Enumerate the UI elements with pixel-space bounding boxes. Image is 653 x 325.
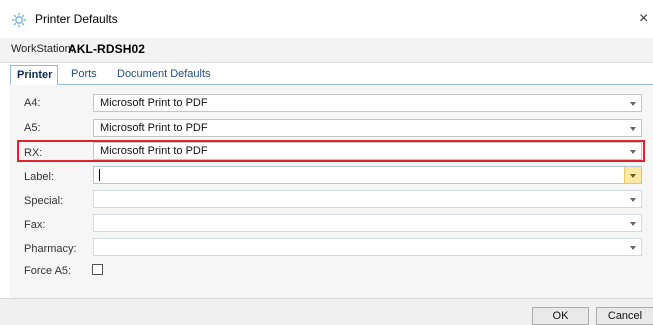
tab-document-defaults[interactable]: Document Defaults — [111, 65, 217, 83]
chevron-down-icon[interactable] — [625, 191, 641, 207]
fax-label: Fax: — [24, 219, 46, 231]
chevron-down-icon[interactable] — [625, 239, 641, 255]
force-a5-label: Force A5: — [24, 265, 72, 277]
chevron-down-icon[interactable] — [625, 215, 641, 231]
a4-label: A4: — [24, 97, 41, 109]
cancel-button[interactable]: Cancel — [596, 307, 653, 325]
a4-printer-value: Microsoft Print to PDF — [100, 97, 208, 109]
special-printer-select[interactable] — [93, 190, 642, 208]
label-printer-label: Label: — [24, 171, 54, 183]
fax-printer-select[interactable] — [93, 214, 642, 232]
chevron-down-icon[interactable] — [625, 143, 641, 159]
window-title: Printer Defaults — [35, 12, 118, 26]
a5-printer-select[interactable]: Microsoft Print to PDF — [93, 119, 642, 137]
label-printer-select[interactable] — [93, 166, 642, 184]
rx-printer-value: Microsoft Print to PDF — [100, 145, 208, 157]
pharmacy-label: Pharmacy: — [24, 243, 77, 255]
gear-icon — [12, 13, 26, 27]
dialog-footer: OK Cancel — [0, 298, 653, 325]
workstation-label: WorkStation: — [11, 43, 74, 55]
a4-printer-select[interactable]: Microsoft Print to PDF — [93, 94, 642, 112]
a5-printer-value: Microsoft Print to PDF — [100, 122, 208, 134]
chevron-down-icon[interactable] — [625, 95, 641, 111]
text-caret — [99, 169, 100, 181]
rx-printer-select[interactable]: Microsoft Print to PDF — [93, 142, 642, 160]
a5-label: A5: — [24, 122, 41, 134]
rx-label: RX: — [24, 147, 43, 159]
force-a5-checkbox[interactable] — [92, 264, 103, 275]
chevron-down-icon[interactable] — [624, 167, 641, 183]
special-label: Special: — [24, 195, 64, 207]
title-bar: Printer Defaults × — [0, 0, 653, 39]
workstation-bar: WorkStation: AKL-RDSH02 — [0, 38, 653, 63]
chevron-down-icon[interactable] — [625, 120, 641, 136]
pharmacy-printer-select[interactable] — [93, 238, 642, 256]
workstation-value: AKL-RDSH02 — [68, 42, 146, 56]
tab-printer[interactable]: Printer — [10, 65, 58, 85]
tab-ports[interactable]: Ports — [65, 65, 103, 83]
ok-button[interactable]: OK — [532, 307, 589, 325]
tab-strip: Printer Ports Document Defaults — [10, 65, 653, 85]
close-icon[interactable]: × — [639, 9, 653, 29]
